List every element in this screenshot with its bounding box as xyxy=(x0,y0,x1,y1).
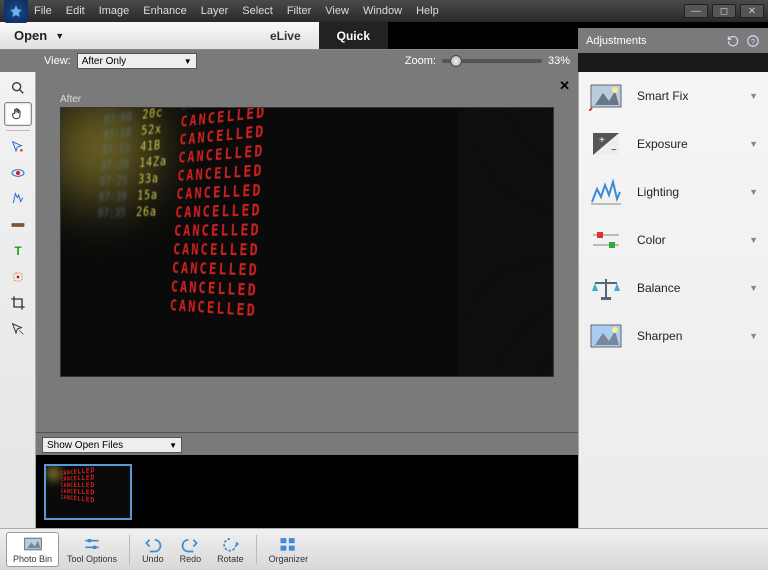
move-tool[interactable] xyxy=(4,317,32,341)
svg-text:−: − xyxy=(611,145,617,156)
options-bar: View: After Only▼ Zoom: 33% xyxy=(0,50,578,72)
straighten-tool[interactable] xyxy=(4,213,32,237)
open-button[interactable]: Open▼ xyxy=(0,28,72,43)
redeye-tool[interactable] xyxy=(4,161,32,185)
menu-window[interactable]: Window xyxy=(363,5,402,17)
whiten-tool[interactable] xyxy=(4,187,32,211)
zoom-slider[interactable] xyxy=(442,59,542,63)
redo-button[interactable]: Redo xyxy=(172,533,210,566)
undo-button[interactable]: Undo xyxy=(134,533,172,566)
after-label: After xyxy=(60,94,578,105)
menu-file[interactable]: File xyxy=(34,5,52,17)
menu-help[interactable]: Help xyxy=(416,5,439,17)
menu-enhance[interactable]: Enhance xyxy=(143,5,186,17)
adj-exposure[interactable]: +− Exposure ▼ xyxy=(579,120,768,168)
zoom-tool[interactable] xyxy=(4,76,32,100)
chevron-down-icon: ▼ xyxy=(749,187,758,197)
app-logo xyxy=(4,0,28,23)
adj-smartfix[interactable]: Smart Fix ▼ xyxy=(579,72,768,120)
reset-icon[interactable] xyxy=(726,34,740,48)
color-icon xyxy=(589,225,623,255)
menu-select[interactable]: Select xyxy=(242,5,273,17)
document-canvas[interactable]: 06:5007:0007:1007:1507:2007:2507:3007:35… xyxy=(60,107,554,377)
text-tool[interactable]: T xyxy=(4,239,32,263)
view-label: View: xyxy=(44,55,71,67)
svg-text:+: + xyxy=(599,135,605,146)
menu-filter[interactable]: Filter xyxy=(287,5,311,17)
menu-layer[interactable]: Layer xyxy=(201,5,229,17)
smartfix-icon xyxy=(589,81,623,111)
exposure-icon: +− xyxy=(589,129,623,159)
window-minimize[interactable]: — xyxy=(684,4,708,18)
crop-tool[interactable] xyxy=(4,291,32,315)
menu-edit[interactable]: Edit xyxy=(66,5,85,17)
spot-heal-tool[interactable] xyxy=(4,265,32,289)
menu-image[interactable]: Image xyxy=(99,5,130,17)
tab-elive[interactable]: eLive xyxy=(252,22,319,49)
chevron-down-icon: ▼ xyxy=(749,331,758,341)
sharpen-icon xyxy=(589,321,623,351)
chevron-down-icon: ▼ xyxy=(749,283,758,293)
zoom-value: 33% xyxy=(548,55,570,67)
bottom-toolbar: Photo Bin Tool Options Undo Redo Rotate … xyxy=(0,528,768,570)
balance-icon xyxy=(589,273,623,303)
close-document[interactable]: ✕ xyxy=(559,78,570,94)
svg-text:?: ? xyxy=(751,36,755,45)
thumbnail[interactable]: CANCELLEDCANCELLEDCANCELLEDCANCELLEDCANC… xyxy=(44,464,132,520)
adj-color[interactable]: Color ▼ xyxy=(579,216,768,264)
adj-balance[interactable]: Balance ▼ xyxy=(579,264,768,312)
chevron-down-icon: ▼ xyxy=(749,91,758,101)
titlebar: File Edit Image Enhance Layer Select Fil… xyxy=(0,0,768,22)
rotate-button[interactable]: Rotate xyxy=(209,533,252,566)
photobin-button[interactable]: Photo Bin xyxy=(6,532,59,567)
help-icon[interactable]: ? xyxy=(746,34,760,48)
tool-palette: T xyxy=(0,72,36,528)
photo-bin: Show Open Files▼ CANCELLEDCANCELLEDCANCE… xyxy=(36,432,578,528)
chevron-down-icon: ▼ xyxy=(749,235,758,245)
view-dropdown[interactable]: After Only▼ xyxy=(77,53,197,69)
window-close[interactable]: ✕ xyxy=(740,4,764,18)
adjustments-panel: Smart Fix ▼ +− Exposure ▼ Lighting ▼ Col… xyxy=(578,72,768,528)
tooloptions-button[interactable]: Tool Options xyxy=(59,533,125,566)
chevron-down-icon: ▼ xyxy=(749,139,758,149)
adj-lighting[interactable]: Lighting ▼ xyxy=(579,168,768,216)
adj-sharpen[interactable]: Sharpen ▼ xyxy=(579,312,768,360)
organizer-button[interactable]: Organizer xyxy=(261,533,317,566)
bin-dropdown[interactable]: Show Open Files▼ xyxy=(42,437,182,453)
window-maximize[interactable]: ◻ xyxy=(712,4,736,18)
zoom-label: Zoom: xyxy=(405,55,436,67)
adjustments-header: Adjustments ? xyxy=(578,28,768,53)
svg-text:T: T xyxy=(14,244,22,258)
canvas-area: ✕ After 06:5007:0007:1007:1507:2007:2507… xyxy=(36,72,578,528)
main-menu: File Edit Image Enhance Layer Select Fil… xyxy=(34,5,684,17)
tab-quick[interactable]: Quick xyxy=(319,22,388,49)
menu-view[interactable]: View xyxy=(325,5,349,17)
lighting-icon xyxy=(589,177,623,207)
hand-tool[interactable] xyxy=(4,102,32,126)
quick-select-tool[interactable] xyxy=(4,135,32,159)
